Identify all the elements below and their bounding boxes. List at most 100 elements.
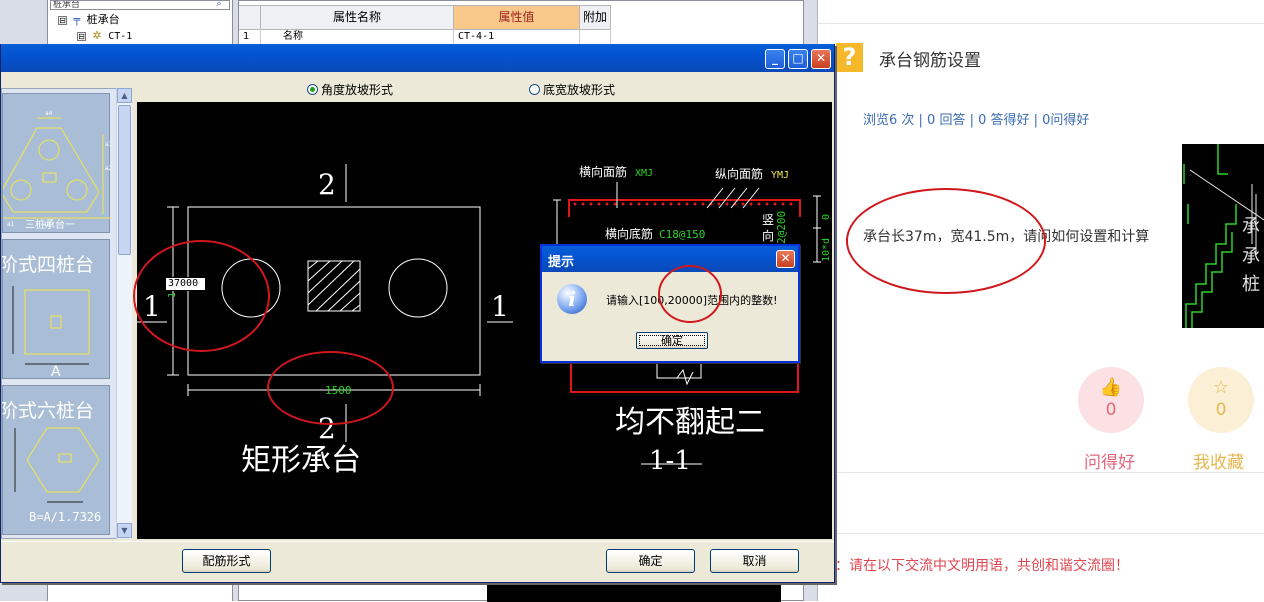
alert-titlebar[interactable]: 提示 ✕ <box>542 246 798 272</box>
svg-text:a1: a1 <box>7 221 15 228</box>
rebar-top-y-code: YMJ <box>771 170 789 181</box>
radio-label: 底宽放坡形式 <box>543 83 616 97</box>
minimize-button[interactable]: _ <box>765 49 785 69</box>
three-pile-cap-diagram: a4 a3 a2 a1 a3 <box>2 110 113 228</box>
rebar-bottom-x-label: 横向底筋 <box>605 226 653 241</box>
side-text-2: 向 <box>762 228 774 243</box>
tree-item-pile-cap[interactable]: ⊟ ╤ 桩承台 <box>58 12 120 28</box>
ok-button[interactable]: 确定 <box>606 549 695 573</box>
row-value[interactable]: CT-4-1 <box>454 29 580 45</box>
gear-icon: ✲ <box>92 29 102 42</box>
scroll-down-icon[interactable]: ▼ <box>117 523 132 538</box>
civility-notice: ：请在以下交流中文明用语，共创和谐交流圈！ <box>835 558 1129 574</box>
row-name: 名称 <box>261 29 454 45</box>
close-button[interactable]: ✕ <box>811 49 831 69</box>
radio-checked-icon[interactable] <box>307 84 318 95</box>
col-value-header[interactable]: 属性值 <box>454 6 580 30</box>
collapse-icon[interactable]: ⊟ <box>77 31 86 41</box>
question-body: 承台长37m，宽41.5m，请问如何设置和计算 <box>863 229 1150 245</box>
collapse-icon[interactable]: ⊟ <box>58 15 67 25</box>
divider <box>818 23 1264 24</box>
svg-text:a4: a4 <box>45 110 53 117</box>
radio-unchecked-icon[interactable] <box>529 84 540 95</box>
gallery-item-stepped-four-pile[interactable]: 阶式四桩台 A <box>1 239 110 380</box>
question-attachment-image[interactable]: 承 承 桩 <box>1182 144 1264 328</box>
pile-cap-icon: ╤ <box>73 13 81 26</box>
side-rebar-code: 2@200 <box>775 211 788 244</box>
tree-item-label: CT-1 <box>108 31 133 42</box>
tree-item-label: 桩承台 <box>86 13 120 26</box>
star-icon: ☆ <box>1212 377 1230 398</box>
info-icon: i <box>557 284 587 314</box>
dialog-button-bar: 配筋形式 确定 取消 <box>1 541 834 581</box>
favorite-button[interactable]: ☆ 0 <box>1188 367 1254 433</box>
rebar-top-y-label: 纵向面筋 <box>715 166 763 181</box>
svg-text:a2: a2 <box>105 165 111 172</box>
gallery-item-stepped-six-pile[interactable]: 阶式六桩台 B=A/1.7326 <box>2 385 110 535</box>
col-name-header[interactable]: 属性名称 <box>261 6 454 30</box>
question-stats[interactable]: 浏览6 次 | 0 回答 | 0 答得好 | 0问得好 <box>863 109 1089 128</box>
cap-type-gallery: a4 a3 a2 a1 a3 三桩承台一 阶式四桩台 A <box>1 88 132 539</box>
col-index-header <box>239 6 261 30</box>
section-mark-right: 1 <box>491 290 509 323</box>
gallery-item-title: 阶式六桩台 <box>1 400 95 422</box>
maximize-button[interactable]: □ <box>788 49 808 69</box>
tree-search-input[interactable]: 桩承台 <box>50 0 230 10</box>
property-grid-header: 属性名称 属性值 附加 <box>239 5 611 30</box>
question-title: 承台钢筋设置 <box>879 51 981 71</box>
cad-thumbnail: 承 承 桩 <box>1183 144 1264 328</box>
plan-caption: 矩形承台 <box>241 443 361 478</box>
radio-angle-slope[interactable]: 角度放坡形式 <box>307 81 393 98</box>
radio-label: 角度放坡形式 <box>321 83 394 97</box>
length-input[interactable]: 37000 <box>165 277 206 291</box>
preview-strip <box>487 581 781 602</box>
right-dimension-1: 0 <box>821 214 832 220</box>
gallery-item-caption: A <box>51 364 61 380</box>
rebar-top-x-label: 横向面筋 <box>579 164 627 179</box>
divider <box>818 472 1264 473</box>
helpful-button[interactable]: 👍 0 <box>1078 367 1144 433</box>
scrollbar-thumb[interactable] <box>118 105 131 255</box>
favorite-label[interactable]: 我收藏 <box>1193 448 1244 473</box>
question-badge-icon: ? <box>836 43 863 72</box>
alert-ok-button[interactable]: 确定 <box>636 332 708 349</box>
table-row[interactable]: 1 名称 CT-4-1 <box>239 29 611 45</box>
svg-text:a3: a3 <box>105 141 111 148</box>
cancel-button[interactable]: 取消 <box>710 549 799 573</box>
section-caption: 均不翻起二 <box>615 405 765 440</box>
helpful-label[interactable]: 问得好 <box>1084 448 1135 473</box>
side-text-1: 竖 <box>762 213 774 227</box>
alert-title: 提示 <box>548 255 575 270</box>
radio-bottom-width-slope[interactable]: 底宽放坡形式 <box>529 81 615 98</box>
rebar-bottom-x-code: C18@150 <box>659 228 705 241</box>
tree-item-ct1[interactable]: ⊟ ✲ CT-1 <box>77 28 132 44</box>
alert-message: 请输入[100,20000]范围内的整数! <box>606 294 778 307</box>
gallery-item-three-pile[interactable]: a4 a3 a2 a1 a3 三桩承台一 <box>2 93 113 233</box>
right-dimension-2: 10*d <box>821 238 832 262</box>
gallery-item-caption: B=A/1.7326 <box>29 510 102 524</box>
section-label: 1-1 <box>649 446 691 476</box>
divider <box>818 533 1264 534</box>
rebar-top-x-code: XMJ <box>635 168 653 179</box>
search-icon[interactable]: ⌕ <box>208 0 230 10</box>
dialog-titlebar[interactable]: _ □ ✕ <box>1 44 834 72</box>
gallery-scrollbar[interactable]: ▲ ▼ <box>116 88 132 539</box>
col-extra-header[interactable]: 附加 <box>580 6 611 30</box>
helpful-count: 0 <box>1105 400 1117 420</box>
scroll-up-icon[interactable]: ▲ <box>117 88 132 103</box>
section-mark-bottom: 2 <box>318 412 336 445</box>
input-range-alert: 提示 ✕ i 请输入[100,20000]范围内的整数! 确定 <box>540 244 800 363</box>
slope-form-radio-group: 角度放坡形式 底宽放坡形式 <box>135 75 832 101</box>
thumbs-up-icon: 👍 <box>1099 377 1123 398</box>
qa-web-page: ? 承台钢筋设置 浏览6 次 | 0 回答 | 0 答得好 | 0问得好 承台长… <box>818 0 1264 601</box>
section-mark-top: 2 <box>318 168 336 201</box>
rebar-form-button[interactable]: 配筋形式 <box>182 549 271 573</box>
gallery-item-title: 阶式四桩台 <box>1 254 95 276</box>
svg-text:承: 承 <box>1242 246 1260 267</box>
section-mark-left: 1 <box>143 290 161 323</box>
close-icon[interactable]: ✕ <box>776 250 795 268</box>
six-pile-cap-diagram <box>14 427 100 503</box>
bottom-dimension-text: 1500 <box>325 384 352 397</box>
svg-text:桩: 桩 <box>1242 274 1260 295</box>
row-extra[interactable] <box>580 29 611 45</box>
